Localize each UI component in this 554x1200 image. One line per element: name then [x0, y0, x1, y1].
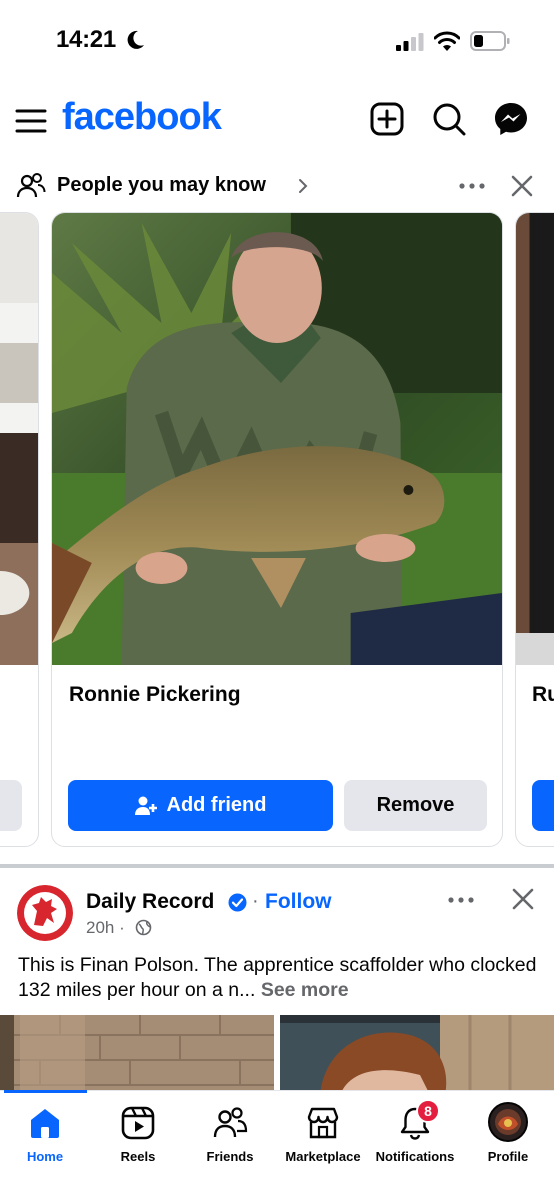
follow-button[interactable]: Follow	[265, 890, 332, 914]
post-author[interactable]: Daily Record	[86, 890, 214, 914]
reels-icon	[121, 1106, 155, 1140]
marketplace-icon	[307, 1107, 339, 1139]
app-header: facebook	[0, 90, 554, 154]
bottom-nav: Home Reels Friends Marketplace 8 Notific…	[0, 1090, 554, 1200]
verified-badge-icon	[228, 893, 247, 912]
notification-badge: 8	[416, 1099, 440, 1123]
moon-icon	[127, 30, 144, 49]
people-icon	[16, 173, 46, 198]
pymk-title[interactable]: People you may know	[57, 174, 266, 197]
friends-icon	[213, 1107, 248, 1138]
suggestion-name-partial[interactable]: Ru	[532, 683, 554, 707]
post-text[interactable]: This is Finan Polson. The apprentice sca…	[18, 953, 543, 1003]
add-friend-label: Add friend	[166, 794, 267, 816]
chevron-right-icon[interactable]	[296, 178, 310, 194]
nav-friends-label: Friends	[206, 1149, 254, 1164]
close-icon[interactable]	[510, 886, 536, 912]
suggestion-photo[interactable]	[52, 213, 502, 665]
suggestion-name[interactable]: Ronnie Pickering	[69, 683, 241, 707]
post-image[interactable]	[0, 1015, 274, 1095]
create-post-icon[interactable]	[368, 100, 406, 138]
page-avatar[interactable]	[17, 885, 73, 941]
nav-home[interactable]: Home	[0, 1091, 90, 1171]
nav-home-label: Home	[26, 1149, 64, 1164]
add-friend-icon	[134, 796, 157, 815]
home-icon	[31, 1109, 59, 1138]
nav-friends[interactable]: Friends	[184, 1091, 276, 1171]
add-friend-button[interactable]: Add friend	[68, 780, 333, 831]
close-icon[interactable]	[508, 172, 536, 200]
facebook-logo[interactable]: facebook	[62, 96, 222, 139]
post-timestamp[interactable]: 20h ·	[86, 918, 125, 938]
profile-avatar	[488, 1102, 528, 1142]
add-friend-button-partial[interactable]	[532, 780, 554, 831]
post-image[interactable]	[280, 1015, 554, 1095]
search-icon[interactable]	[430, 100, 468, 138]
separator-dot: ·	[252, 890, 259, 912]
pymk-header: People you may know	[0, 166, 554, 206]
nav-profile-label: Profile	[487, 1149, 529, 1164]
globe-icon	[135, 919, 152, 936]
suggestion-photo	[0, 213, 38, 665]
suggestion-card-next[interactable]: Ru	[515, 212, 554, 847]
messenger-icon[interactable]	[492, 100, 530, 138]
nav-marketplace[interactable]: Marketplace	[278, 1091, 368, 1171]
battery-icon	[470, 31, 510, 51]
more-options-icon[interactable]	[456, 176, 488, 196]
feed-post: Daily Record · Follow 20h · This is Fina…	[0, 868, 554, 1095]
status-time: 14:21	[56, 26, 116, 53]
suggestion-card-previous[interactable]	[0, 212, 39, 847]
nav-reels[interactable]: Reels	[92, 1091, 184, 1171]
nav-notifications[interactable]: 8 Notifications	[368, 1091, 462, 1171]
nav-notifications-label: Notifications	[375, 1149, 455, 1164]
signal-icon	[396, 33, 424, 51]
suggestion-card[interactable]: Ronnie Pickering Add friend Remove	[51, 212, 503, 847]
nav-reels-label: Reels	[120, 1149, 156, 1164]
wifi-icon	[434, 31, 460, 51]
status-bar: 14:21	[0, 0, 554, 82]
more-options-icon[interactable]	[446, 890, 476, 910]
menu-icon[interactable]	[14, 104, 48, 138]
remove-button[interactable]: Remove	[344, 780, 487, 831]
nav-marketplace-label: Marketplace	[285, 1149, 361, 1164]
nav-profile[interactable]: Profile	[462, 1091, 554, 1171]
suggestion-photo	[516, 213, 554, 665]
see-more-link[interactable]: See more	[261, 979, 349, 1001]
remove-button-partial[interactable]	[0, 780, 22, 831]
remove-label: Remove	[376, 794, 455, 816]
